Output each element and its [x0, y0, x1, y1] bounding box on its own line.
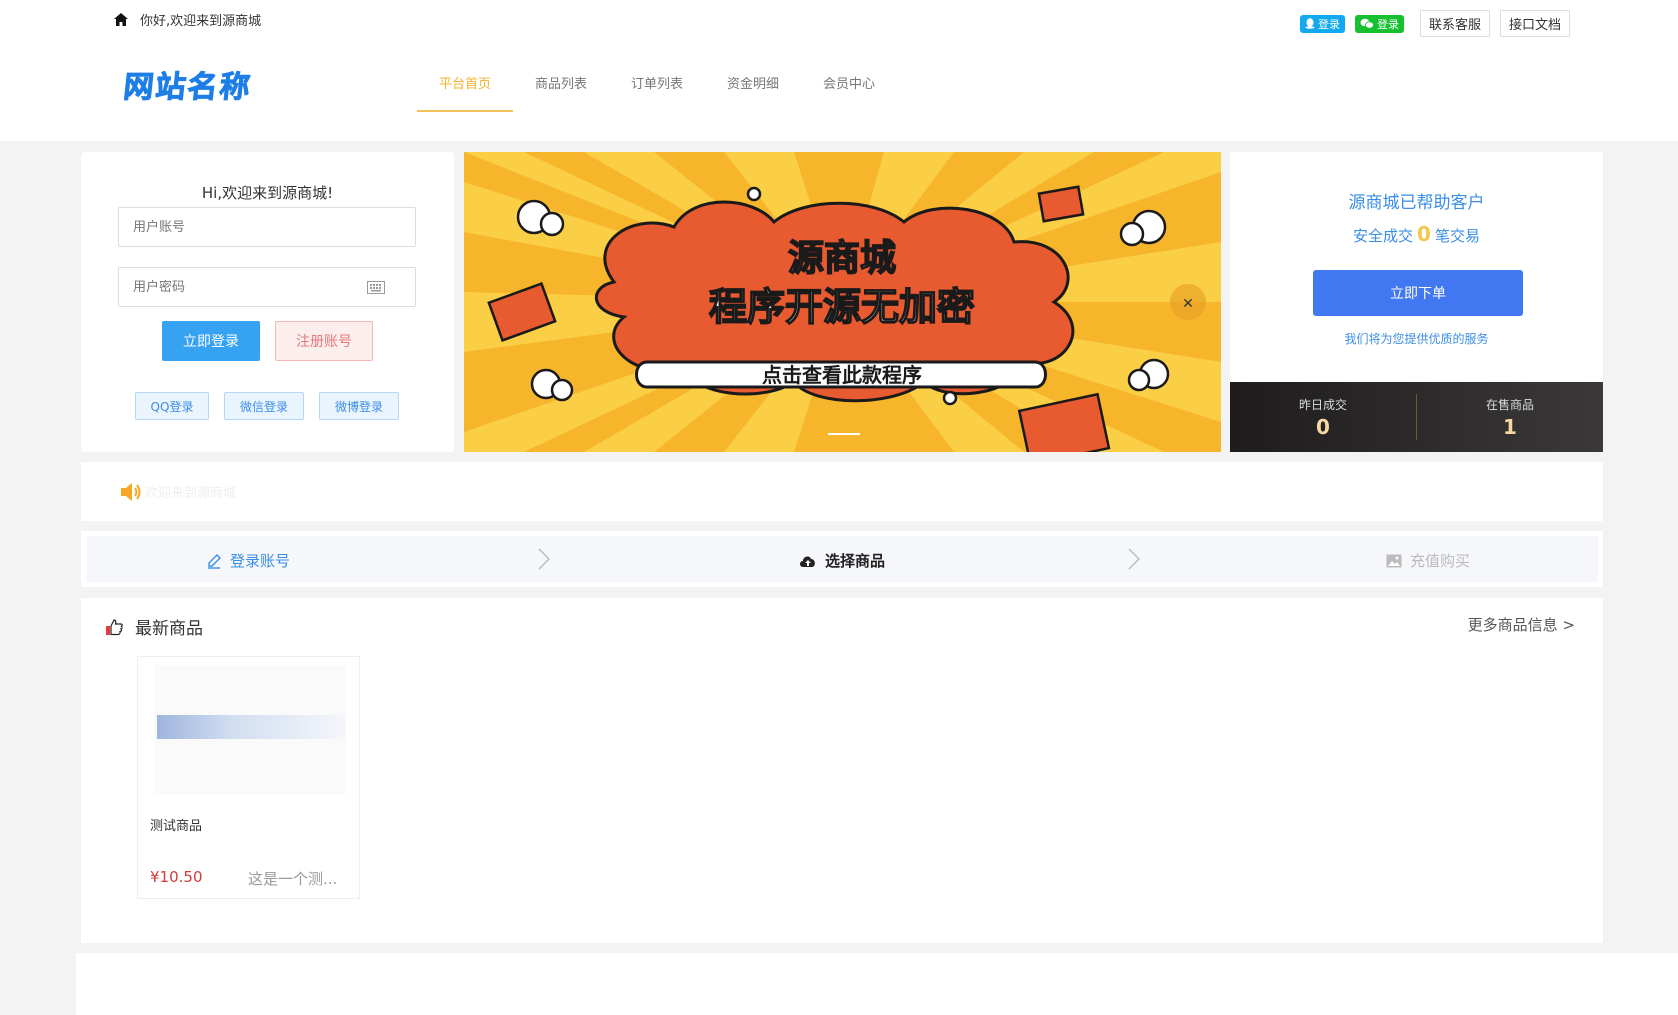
step-recharge-label: 充值购买: [1410, 552, 1471, 570]
stats-title: 源商城已帮助客户: [1348, 193, 1485, 213]
register-button[interactable]: 注册账号: [275, 321, 373, 361]
footer: [76, 953, 1678, 1015]
promo-banner[interactable]: 源商城 程序开源无加密 点击查看此款程序 ✕: [464, 152, 1221, 452]
transaction-count: 0: [1417, 222, 1431, 246]
nav-item-orders[interactable]: 订单列表: [609, 60, 705, 112]
step-select-label: 选择商品: [825, 552, 886, 570]
step-select[interactable]: 选择商品: [799, 550, 885, 571]
username-input[interactable]: [133, 219, 373, 235]
cloud-upload-icon: [800, 556, 815, 567]
latest-products: 最新商品 更多商品信息 > 测试商品 ¥10.50 这是一个测...: [81, 598, 1603, 943]
yesterday-stat: 昨日成交 0: [1230, 396, 1416, 439]
banner-cta: 点击查看此款程序: [762, 363, 922, 387]
qq-login-label: 登录: [1317, 17, 1340, 31]
step-recharge[interactable]: 充值购买: [1386, 550, 1470, 571]
more-products-link[interactable]: 更多商品信息 >: [1468, 614, 1575, 635]
qq-icon: [1305, 18, 1315, 29]
site-logo[interactable]: 网站名称: [121, 62, 255, 106]
image-icon: [1386, 554, 1402, 567]
api-doc-button[interactable]: 接口文档: [1499, 10, 1570, 37]
stats-suffix: 笔交易: [1434, 227, 1480, 245]
product-description: 这是一个测...: [248, 870, 338, 888]
banner-art: 源商城 程序开源无加密 点击查看此款程序 ✕: [464, 152, 1221, 452]
username-field[interactable]: [118, 207, 416, 247]
site-header: 你好,欢迎来到源商城 登录 登录 联系客服 接口文档 网站名称 平台首页 商品列…: [0, 0, 1678, 141]
product-name[interactable]: 测试商品: [150, 815, 202, 834]
product-price: ¥10.50: [150, 868, 203, 886]
purchase-steps: 登录账号 选择商品 充值购买: [81, 531, 1603, 587]
weibo-login-link[interactable]: 微博登录: [319, 392, 399, 420]
nav-item-funds[interactable]: 资金明细: [705, 60, 801, 112]
product-image[interactable]: [154, 665, 346, 795]
notice-bar: 欢迎来到源商城: [81, 462, 1603, 521]
top-actions: 登录 登录 联系客服 接口文档: [1299, 10, 1570, 37]
products-title: 最新商品: [135, 619, 203, 639]
qq-login-link[interactable]: QQ登录: [135, 392, 209, 420]
product-card[interactable]: 测试商品 ¥10.50 这是一个测...: [137, 656, 360, 899]
home-icon[interactable]: [114, 13, 128, 26]
speaker-icon: [121, 483, 141, 501]
svg-text:✕: ✕: [1182, 296, 1194, 312]
yesterday-label: 昨日成交: [1298, 398, 1347, 412]
main-nav: 平台首页 商品列表 订单列表 资金明细 会员中心: [417, 60, 897, 112]
nav-item-products[interactable]: 商品列表: [513, 60, 609, 112]
wechat-login-link[interactable]: 微信登录: [224, 392, 304, 420]
greeting-text: 你好,欢迎来到源商城: [140, 14, 262, 29]
onsale-value: 1: [1503, 415, 1517, 439]
wechat-icon: [1360, 18, 1374, 29]
service-note: 我们将为您提供优质的服务: [1344, 332, 1489, 346]
products-heading: 最新商品: [105, 614, 203, 639]
stats-summary: 昨日成交 0 在售商品 1: [1230, 382, 1603, 452]
qq-login-button[interactable]: 登录: [1299, 14, 1345, 33]
contact-service-button[interactable]: 联系客服: [1419, 10, 1490, 37]
login-panel: Hi,欢迎来到源商城! 立即登录 注册账号 QQ登录 微信登录 微博登录: [81, 152, 454, 452]
topbar-greeting: 你好,欢迎来到源商城: [114, 10, 261, 29]
wechat-login-label: 登录: [1376, 17, 1399, 31]
chevron-right-icon: [1128, 548, 1140, 570]
login-button[interactable]: 立即登录: [162, 321, 260, 361]
step-login[interactable]: 登录账号: [206, 550, 290, 571]
steps-track: 登录账号 选择商品 充值购买: [86, 536, 1598, 582]
wechat-login-button[interactable]: 登录: [1354, 14, 1404, 33]
notice-text: 欢迎来到源商城: [145, 486, 237, 501]
pencil-icon: [208, 553, 221, 569]
stats-line: 安全成交 0 笔交易: [1230, 222, 1603, 246]
nav-item-home[interactable]: 平台首页: [417, 60, 513, 112]
thumbs-up-icon: [106, 618, 123, 635]
order-now-button[interactable]: 立即下单: [1313, 270, 1523, 316]
onsale-stat: 在售商品 1: [1417, 396, 1603, 439]
password-field[interactable]: [118, 267, 416, 307]
banner-subheadline: 程序开源无加密: [709, 285, 975, 329]
nav-item-member[interactable]: 会员中心: [801, 60, 897, 112]
stats-prefix: 安全成交: [1353, 227, 1414, 245]
password-input[interactable]: [133, 279, 373, 295]
banner-indicator[interactable]: [828, 433, 860, 435]
stats-panel: 源商城已帮助客户 安全成交 0 笔交易 立即下单 我们将为您提供优质的服务 昨日成交…: [1230, 152, 1603, 452]
login-title: Hi,欢迎来到源商城!: [201, 184, 334, 202]
yesterday-value: 0: [1316, 415, 1330, 439]
chevron-right-icon: [538, 548, 550, 570]
banner-headline: 源商城: [788, 238, 896, 279]
onsale-label: 在售商品: [1485, 398, 1534, 412]
step-login-label: 登录账号: [230, 552, 291, 570]
keyboard-icon[interactable]: [367, 281, 385, 294]
